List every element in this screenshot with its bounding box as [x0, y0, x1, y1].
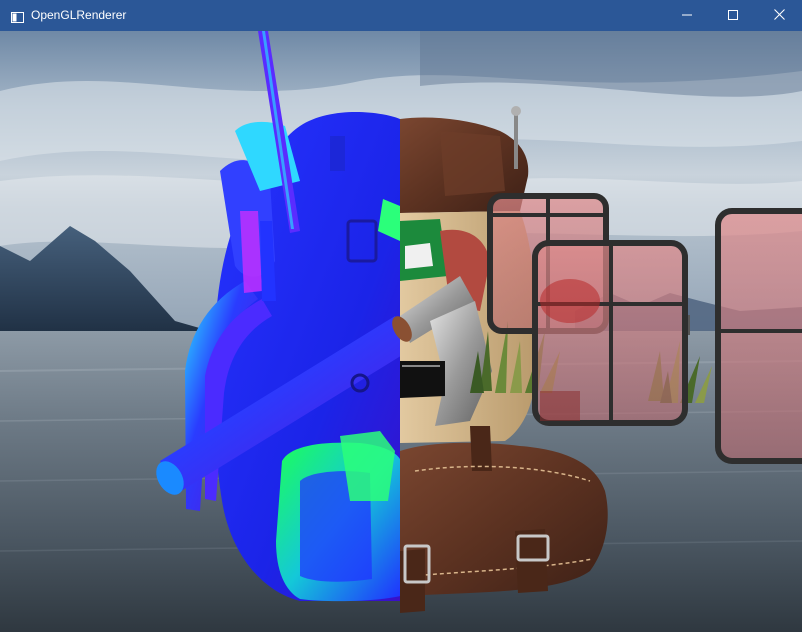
app-window: OpenGLRenderer — [0, 0, 802, 632]
scene-canvas — [0, 31, 802, 632]
window-title: OpenGLRenderer — [31, 8, 127, 22]
minimize-icon — [682, 7, 692, 25]
maximize-icon — [728, 7, 738, 25]
maximize-button[interactable] — [710, 0, 756, 31]
app-window-icon — [11, 10, 24, 23]
window-pane — [715, 208, 802, 464]
window-pane — [532, 240, 688, 426]
title-bar[interactable]: OpenGLRenderer — [0, 0, 802, 31]
minimize-button[interactable] — [664, 0, 710, 31]
close-button[interactable] — [756, 0, 802, 31]
render-viewport[interactable] — [0, 31, 802, 632]
close-icon — [773, 7, 785, 25]
